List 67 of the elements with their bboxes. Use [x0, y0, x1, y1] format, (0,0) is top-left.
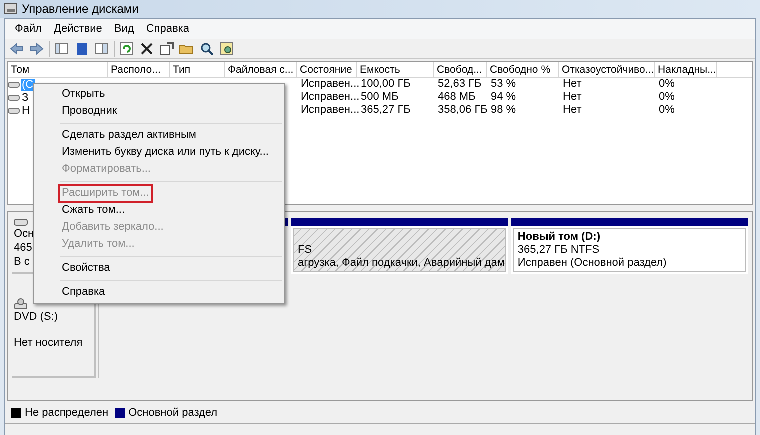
legend-label: Не распределен: [25, 406, 109, 421]
table-cell-text: Исправен...: [300, 90, 357, 105]
console-tree-icon[interactable]: [54, 40, 70, 56]
table-cell-text: 100,00 ГБ: [360, 77, 412, 92]
menu-item[interactable]: Файл: [9, 20, 48, 38]
table-cell-text: Нет: [562, 90, 583, 105]
column-header[interactable]: Файловая с...: [225, 62, 297, 77]
column-header[interactable]: Отказоустойчиво...: [559, 62, 655, 77]
menu-item[interactable]: Сделать раздел активным: [58, 126, 200, 145]
menu-item[interactable]: Открыть: [58, 85, 110, 104]
disk-info: 465: [14, 242, 32, 255]
partition-block[interactable]: Новый том (D:) 365,27 ГБ NTFS Исправен (Основной раздел): [510, 218, 748, 274]
menu-item[interactable]: Справка: [140, 20, 196, 38]
window-icon: [4, 3, 18, 15]
table-cell-text: 53 %: [490, 77, 518, 92]
disk-info: Нет носителя: [14, 337, 83, 350]
menu-item[interactable]: Изменить букву диска или путь к диску...: [58, 143, 273, 162]
table-cell-text: 358,06 ГБ: [437, 103, 487, 118]
table-cell-text: 94 %: [490, 90, 518, 105]
disk-info: В с: [14, 256, 30, 269]
back-arrow-icon[interactable]: [9, 40, 25, 56]
drive-icon: [8, 94, 20, 102]
table-cell-text: Нет: [562, 77, 583, 92]
magnifier-icon[interactable]: [199, 40, 215, 56]
menu-item[interactable]: Свойства: [58, 259, 114, 278]
table-cell-text: Исправен...: [300, 103, 357, 118]
column-header[interactable]: Том: [8, 62, 108, 77]
delete-x-icon[interactable]: [139, 40, 155, 56]
pane-icon[interactable]: [94, 40, 110, 56]
partition-info: агрузка, Файл подкачки, Аварийный дам: [298, 257, 505, 270]
table-cell-text: 0%: [658, 90, 676, 105]
column-header[interactable]: Состояние: [297, 62, 357, 77]
partition-block[interactable]: FS агрузка, Файл подкачки, Аварийный дам: [291, 218, 508, 274]
drive-icon: [8, 80, 20, 88]
table-cell-text: 52,63 ГБ: [437, 77, 483, 92]
menu-item[interactable]: Справка: [58, 283, 110, 302]
forward-arrow-icon[interactable]: [29, 40, 45, 56]
table-cell-text: Исправен...: [300, 77, 357, 92]
column-header[interactable]: Свободно %: [487, 62, 559, 77]
disk-info: DVD (S:): [14, 311, 58, 324]
menu-item[interactable]: Проводник: [58, 102, 122, 121]
table-cell-text: 98 %: [490, 103, 518, 118]
table-cell-text: 365,27 ГБ: [360, 103, 412, 118]
window-title: Управление дисками: [22, 1, 139, 18]
partition-title: Новый том (D:): [518, 231, 602, 244]
legend-label: Основной раздел: [128, 406, 218, 421]
refresh-icon[interactable]: [119, 40, 135, 56]
column-header[interactable]: Тип: [170, 62, 225, 77]
table-cell-text: 0%: [658, 103, 676, 118]
menu-item[interactable]: Сжать том...: [58, 201, 130, 220]
table-cell-text: 0%: [658, 77, 676, 92]
table-cell-text: Нет: [562, 103, 583, 118]
menu-item[interactable]: Действие: [48, 20, 108, 38]
drive-icon: [8, 106, 20, 114]
table-cell-text: 468 МБ: [437, 90, 477, 105]
partition-info: Исправен (Основной раздел): [518, 257, 668, 270]
column-header[interactable]: Накладны...: [655, 62, 717, 77]
volume-name[interactable]: З: [21, 92, 30, 104]
column-header[interactable]: Емкость: [357, 62, 434, 77]
volume-name[interactable]: Н: [21, 104, 31, 116]
menu-item[interactable]: Вид: [108, 20, 140, 38]
properties-icon[interactable]: [159, 40, 175, 56]
table-cell-text: 500 МБ: [360, 90, 400, 105]
column-header[interactable]: Располо...: [108, 62, 170, 77]
partition-info: 365,27 ГБ NTFS: [518, 244, 601, 257]
column-header[interactable]: Свобод...: [434, 62, 487, 77]
partition-info: FS: [298, 244, 314, 257]
